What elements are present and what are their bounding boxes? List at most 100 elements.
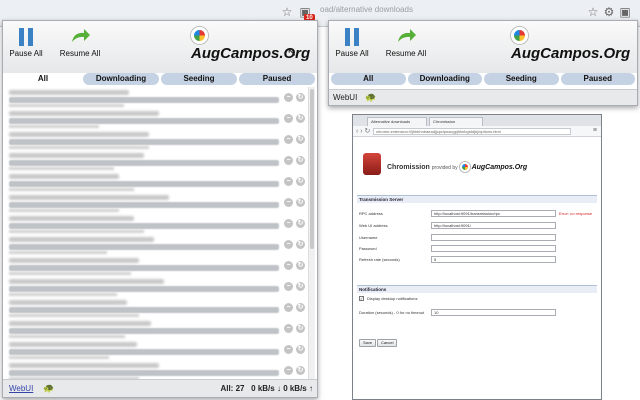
back-forward-icons[interactable]: ‹ › ↻ (356, 127, 370, 135)
torrent-remove-icon[interactable]: − (284, 366, 293, 375)
torrent-remove-icon[interactable]: − (284, 219, 293, 228)
rpc-address-input[interactable]: http://localhost:9091/transmission/rpc (431, 210, 556, 217)
tab-downloading[interactable]: Downloading (83, 73, 159, 85)
torrent-status-obscured (9, 167, 114, 170)
turtle-mode-icon[interactable]: 🐢 (365, 92, 376, 103)
torrent-remove-icon[interactable]: − (284, 345, 293, 354)
bookmark-star-icon[interactable]: ☆ (586, 5, 600, 19)
torrent-resume-icon[interactable]: ↻ (296, 93, 305, 102)
torrent-resume-icon[interactable]: ↻ (296, 177, 305, 186)
scrollbar[interactable] (308, 87, 315, 379)
torrent-progress-bar (9, 118, 279, 124)
webui-link[interactable]: WebUI (9, 384, 33, 393)
down-arrow-icon: ↓ (276, 384, 281, 393)
torrent-row[interactable]: − ↻ (5, 276, 307, 297)
torrent-name-obscured (9, 111, 159, 116)
resume-all-button[interactable]: Resume All (383, 27, 429, 58)
torrent-row[interactable]: − ↻ (5, 150, 307, 171)
save-button[interactable]: Save (359, 339, 377, 347)
torrent-row[interactable]: − ↻ (5, 213, 307, 234)
extension-icon[interactable]: ▣ (618, 5, 632, 19)
webui-address-input[interactable]: http://localhost:9091/ (431, 222, 556, 229)
torrent-status-obscured (9, 125, 99, 128)
torrent-remove-icon[interactable]: − (284, 240, 293, 249)
torrent-row[interactable]: − ↻ (5, 360, 307, 379)
status-summary: All: 27 0 kB/s ↓ 0 kB/s ↑ (220, 384, 313, 393)
webui-address-label: Web UI address (359, 223, 388, 228)
duration-input[interactable]: 10 (431, 309, 556, 316)
torrent-row[interactable]: − ↻ (5, 318, 307, 339)
settings-icon[interactable]: ⚙ (602, 5, 616, 19)
torrent-remove-icon[interactable]: − (284, 135, 293, 144)
torrent-remove-icon[interactable]: − (284, 198, 293, 207)
tab-seeding[interactable]: Seeding (161, 73, 237, 85)
torrent-remove-icon[interactable]: − (284, 261, 293, 270)
torrent-row[interactable]: − ↻ (5, 108, 307, 129)
password-input[interactable] (431, 245, 556, 252)
pause-all-button[interactable]: Pause All (9, 27, 43, 58)
torrent-resume-icon[interactable]: ↻ (296, 156, 305, 165)
download-speed: 0 kB/s (251, 384, 275, 393)
torrent-count: All: 27 (220, 384, 245, 393)
pause-icon (345, 28, 359, 46)
torrent-name-obscured (9, 342, 137, 347)
menu-icon[interactable]: ≡ (593, 127, 597, 134)
tab-all[interactable]: All (331, 73, 406, 85)
torrent-progress-bar (9, 97, 279, 103)
resume-all-button[interactable]: Resume All (57, 27, 103, 58)
torrent-resume-icon[interactable]: ↻ (296, 219, 305, 228)
tab-all[interactable]: All (5, 73, 81, 85)
torrent-row[interactable]: − ↻ (5, 192, 307, 213)
torrent-row[interactable]: − ↻ (5, 234, 307, 255)
torrent-resume-icon[interactable]: ↻ (296, 324, 305, 333)
torrent-remove-icon[interactable]: − (284, 93, 293, 102)
torrent-resume-icon[interactable]: ↻ (296, 282, 305, 291)
resume-arrow-icon (72, 29, 90, 42)
pause-icon (19, 28, 33, 46)
torrent-resume-icon[interactable]: ↻ (296, 114, 305, 123)
torrent-resume-icon[interactable]: ↻ (296, 240, 305, 249)
torrent-name-obscured (9, 258, 139, 263)
tab-paused[interactable]: Paused (239, 73, 315, 85)
bookmark-star-icon[interactable]: ☆ (280, 5, 294, 19)
username-input[interactable] (431, 234, 556, 241)
tab-seeding[interactable]: Seeding (484, 73, 559, 85)
torrent-row[interactable]: − ↻ (5, 87, 307, 108)
brand-logo: AugCampos.Org (511, 27, 637, 62)
popup-header: Pause All Resume All AugCampos.Org (329, 21, 637, 73)
tab-paused[interactable]: Paused (560, 73, 635, 85)
torrent-resume-icon[interactable]: ↻ (296, 303, 305, 312)
torrent-resume-icon[interactable]: ↻ (296, 261, 305, 270)
tab-downloading[interactable]: Downloading (407, 73, 482, 85)
torrent-row[interactable]: − ↻ (5, 297, 307, 318)
section-notifications: Notifications (357, 285, 597, 293)
torrent-remove-icon[interactable]: − (284, 177, 293, 186)
browser-tab-active[interactable]: Chromission (429, 117, 483, 126)
torrent-row[interactable]: − ↻ (5, 255, 307, 276)
cancel-button[interactable]: Cancel (377, 339, 398, 347)
pause-all-button[interactable]: Pause All (335, 27, 369, 58)
torrent-resume-icon[interactable]: ↻ (296, 345, 305, 354)
torrent-row[interactable]: − ↻ (5, 171, 307, 192)
address-input[interactable]: chrome-extension://ljhkbhnbaeadjjcpclpna… (373, 128, 571, 135)
torrent-remove-icon[interactable]: − (284, 324, 293, 333)
torrent-remove-icon[interactable]: − (284, 303, 293, 312)
scrollbar-thumb[interactable] (310, 89, 314, 249)
torrent-status-obscured (9, 314, 139, 317)
torrent-row[interactable]: − ↻ (5, 129, 307, 150)
webui-link[interactable]: WebUI (333, 93, 357, 102)
torrent-remove-icon[interactable]: − (284, 156, 293, 165)
browser-tab[interactable]: Alternative downloads (367, 117, 427, 126)
screen: oad/alternative downloads ☆ ▣ 10 ☆ ⚙ ▣ P… (0, 0, 640, 400)
torrent-name-obscured (9, 237, 154, 242)
torrent-resume-icon[interactable]: ↻ (296, 366, 305, 375)
refresh-rate-input[interactable]: 5 (431, 256, 556, 263)
torrent-row[interactable]: − ↻ (5, 339, 307, 360)
torrent-remove-icon[interactable]: − (284, 282, 293, 291)
turtle-mode-icon[interactable]: 🐢 (43, 383, 54, 394)
torrent-resume-icon[interactable]: ↻ (296, 135, 305, 144)
address-bar-text[interactable]: oad/alternative downloads (320, 5, 413, 14)
torrent-remove-icon[interactable]: − (284, 114, 293, 123)
torrent-resume-icon[interactable]: ↻ (296, 198, 305, 207)
notifications-checkbox[interactable]: ✓ (359, 296, 364, 301)
